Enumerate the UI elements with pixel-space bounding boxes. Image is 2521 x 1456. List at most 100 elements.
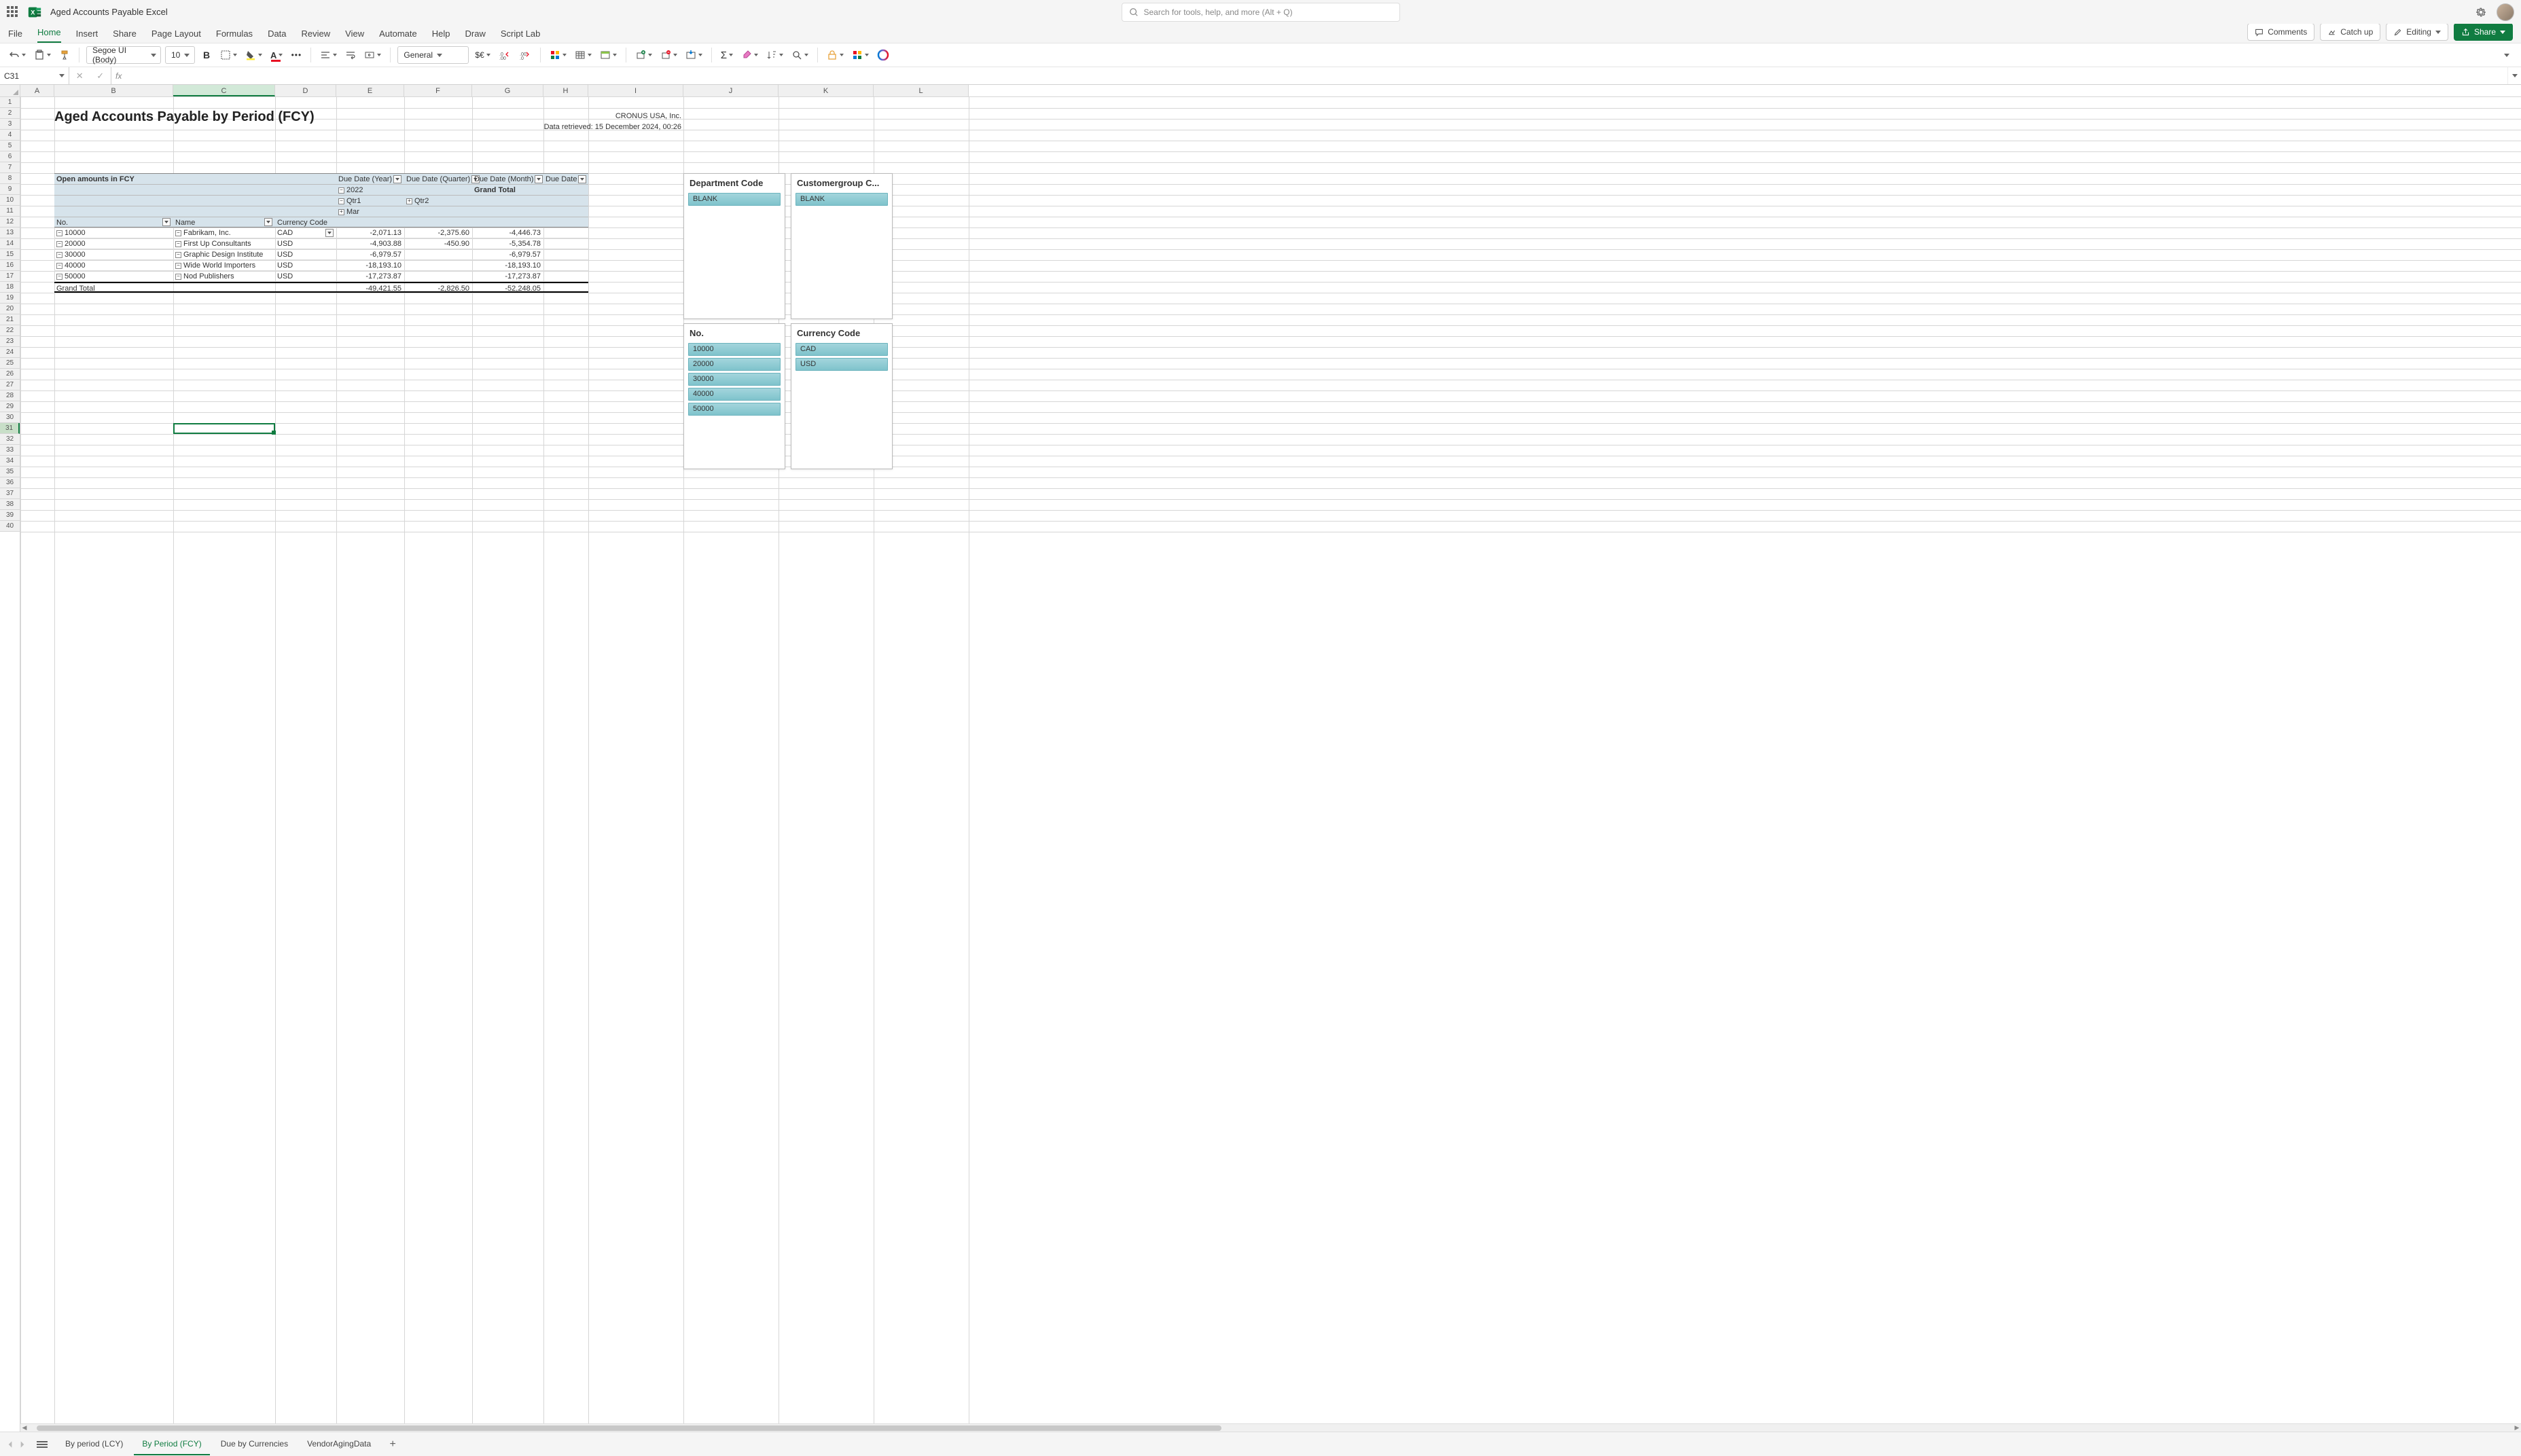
accounting-format-button[interactable]: $€ xyxy=(473,46,492,64)
font-color-button[interactable]: A xyxy=(268,46,285,64)
collapse-icon[interactable]: − xyxy=(175,241,181,247)
collapse-icon[interactable]: − xyxy=(175,274,181,280)
slicer-item[interactable]: USD xyxy=(795,358,888,371)
format-painter-button[interactable] xyxy=(57,46,72,64)
col-header-E[interactable]: E xyxy=(336,85,404,96)
addins-button[interactable] xyxy=(850,46,871,64)
slicer-item[interactable]: BLANK xyxy=(795,193,888,206)
collapse-icon[interactable]: − xyxy=(175,230,181,236)
row-header-36[interactable]: 36 xyxy=(0,477,20,488)
row-header-30[interactable]: 30 xyxy=(0,412,20,423)
menu-share[interactable]: Share xyxy=(113,29,137,43)
row-header-3[interactable]: 3 xyxy=(0,119,20,130)
row-header-29[interactable]: 29 xyxy=(0,401,20,412)
row-header-7[interactable]: 7 xyxy=(0,162,20,173)
col-header-J[interactable]: J xyxy=(683,85,779,96)
scroll-right-icon[interactable]: ▶ xyxy=(2513,1424,2521,1432)
collapse-icon[interactable]: − xyxy=(175,252,181,258)
all-sheets-button[interactable] xyxy=(37,1439,48,1450)
col-header-A[interactable]: A xyxy=(20,85,54,96)
menu-help[interactable]: Help xyxy=(432,29,450,43)
borders-button[interactable] xyxy=(218,46,239,64)
formula-bar-expand[interactable] xyxy=(2507,67,2521,84)
pivot-table[interactable]: Open amounts in FCY Due Date (Year) Due … xyxy=(54,173,588,293)
sheet-nav-prev-icon[interactable] xyxy=(5,1440,15,1449)
cells-area[interactable]: Aged Accounts Payable by Period (FCY) CR… xyxy=(20,97,2521,1432)
menu-file[interactable]: File xyxy=(8,29,22,43)
row-header-37[interactable]: 37 xyxy=(0,488,20,499)
collapse-icon[interactable]: − xyxy=(56,241,62,247)
row-header-24[interactable]: 24 xyxy=(0,347,20,358)
row-header-25[interactable]: 25 xyxy=(0,358,20,369)
slicer-item[interactable]: BLANK xyxy=(688,193,781,206)
settings-icon[interactable] xyxy=(2475,6,2487,18)
row-header-39[interactable]: 39 xyxy=(0,510,20,521)
sensitivity-button[interactable] xyxy=(825,46,846,64)
col-header-K[interactable]: K xyxy=(779,85,874,96)
slicer-currency-code[interactable]: Currency Code CAD USD xyxy=(791,323,893,469)
menu-formulas[interactable]: Formulas xyxy=(216,29,253,43)
slicer-department-code[interactable]: Department Code BLANK xyxy=(683,173,785,319)
collapse-icon[interactable]: − xyxy=(56,274,62,280)
col-header-L[interactable]: L xyxy=(874,85,969,96)
row-header-11[interactable]: 11 xyxy=(0,206,20,217)
row-header-19[interactable]: 19 xyxy=(0,293,20,304)
sheet-tab[interactable]: By Period (FCY) xyxy=(134,1434,209,1455)
paste-button[interactable] xyxy=(32,46,53,64)
sort-filter-button[interactable] xyxy=(764,46,785,64)
menu-script-lab[interactable]: Script Lab xyxy=(501,29,541,43)
row-header-32[interactable]: 32 xyxy=(0,434,20,445)
copilot-button[interactable] xyxy=(875,46,891,64)
insert-cells-button[interactable] xyxy=(633,46,654,64)
slicer-item[interactable]: 20000 xyxy=(688,358,781,371)
menu-automate[interactable]: Automate xyxy=(379,29,417,43)
scrollbar-thumb[interactable] xyxy=(37,1425,1221,1431)
more-font-options[interactable]: ••• xyxy=(289,46,304,64)
collapse-icon[interactable]: − xyxy=(56,252,62,258)
find-button[interactable] xyxy=(789,46,810,64)
conditional-formatting-button[interactable] xyxy=(548,46,569,64)
collapse-icon[interactable]: − xyxy=(338,187,344,194)
accept-formula-icon[interactable]: ✓ xyxy=(96,71,104,81)
increase-decimal-button[interactable]: .00.0 xyxy=(517,46,533,64)
autosum-button[interactable]: Σ xyxy=(719,46,735,64)
collapse-icon[interactable]: − xyxy=(56,263,62,269)
catch-up-button[interactable]: Catch up xyxy=(2320,23,2380,41)
menu-home[interactable]: Home xyxy=(37,27,61,43)
expand-icon[interactable]: + xyxy=(338,209,344,215)
col-header-H[interactable]: H xyxy=(543,85,588,96)
user-avatar[interactable] xyxy=(2497,3,2514,21)
sheet-tab[interactable]: Due by Currencies xyxy=(213,1434,296,1455)
editing-mode-button[interactable]: Editing xyxy=(2386,23,2448,41)
filter-dropdown-icon[interactable] xyxy=(393,175,401,183)
cancel-formula-icon[interactable]: ✕ xyxy=(76,71,84,81)
fill-color-button[interactable] xyxy=(243,46,264,64)
collapse-icon[interactable]: − xyxy=(175,263,181,269)
ribbon-collapse-button[interactable] xyxy=(2499,46,2514,64)
row-header-14[interactable]: 14 xyxy=(0,238,20,249)
menu-insert[interactable]: Insert xyxy=(76,29,99,43)
merge-button[interactable] xyxy=(362,46,383,64)
slicer-item[interactable]: 40000 xyxy=(688,388,781,401)
align-button[interactable] xyxy=(318,46,339,64)
add-sheet-button[interactable]: + xyxy=(386,1438,399,1451)
decrease-decimal-button[interactable]: .0.00 xyxy=(497,46,513,64)
sheet-tab[interactable]: By period (LCY) xyxy=(57,1434,131,1455)
col-header-G[interactable]: G xyxy=(472,85,543,96)
col-header-C[interactable]: C xyxy=(173,85,275,96)
menu-data[interactable]: Data xyxy=(268,29,286,43)
bold-button[interactable]: B xyxy=(199,46,214,64)
comments-button[interactable]: Comments xyxy=(2247,23,2314,41)
slicer-no[interactable]: No. 10000 20000 30000 40000 50000 xyxy=(683,323,785,469)
sheet-nav-next-icon[interactable] xyxy=(18,1440,27,1449)
row-header-4[interactable]: 4 xyxy=(0,130,20,141)
row-header-16[interactable]: 16 xyxy=(0,260,20,271)
row-header-22[interactable]: 22 xyxy=(0,325,20,336)
row-header-28[interactable]: 28 xyxy=(0,390,20,401)
col-header-D[interactable]: D xyxy=(275,85,336,96)
slicer-item[interactable]: 10000 xyxy=(688,343,781,356)
share-button[interactable]: Share xyxy=(2454,23,2513,41)
row-header-8[interactable]: 8 xyxy=(0,173,20,184)
row-header-6[interactable]: 6 xyxy=(0,151,20,162)
slicer-item[interactable]: 50000 xyxy=(688,403,781,416)
